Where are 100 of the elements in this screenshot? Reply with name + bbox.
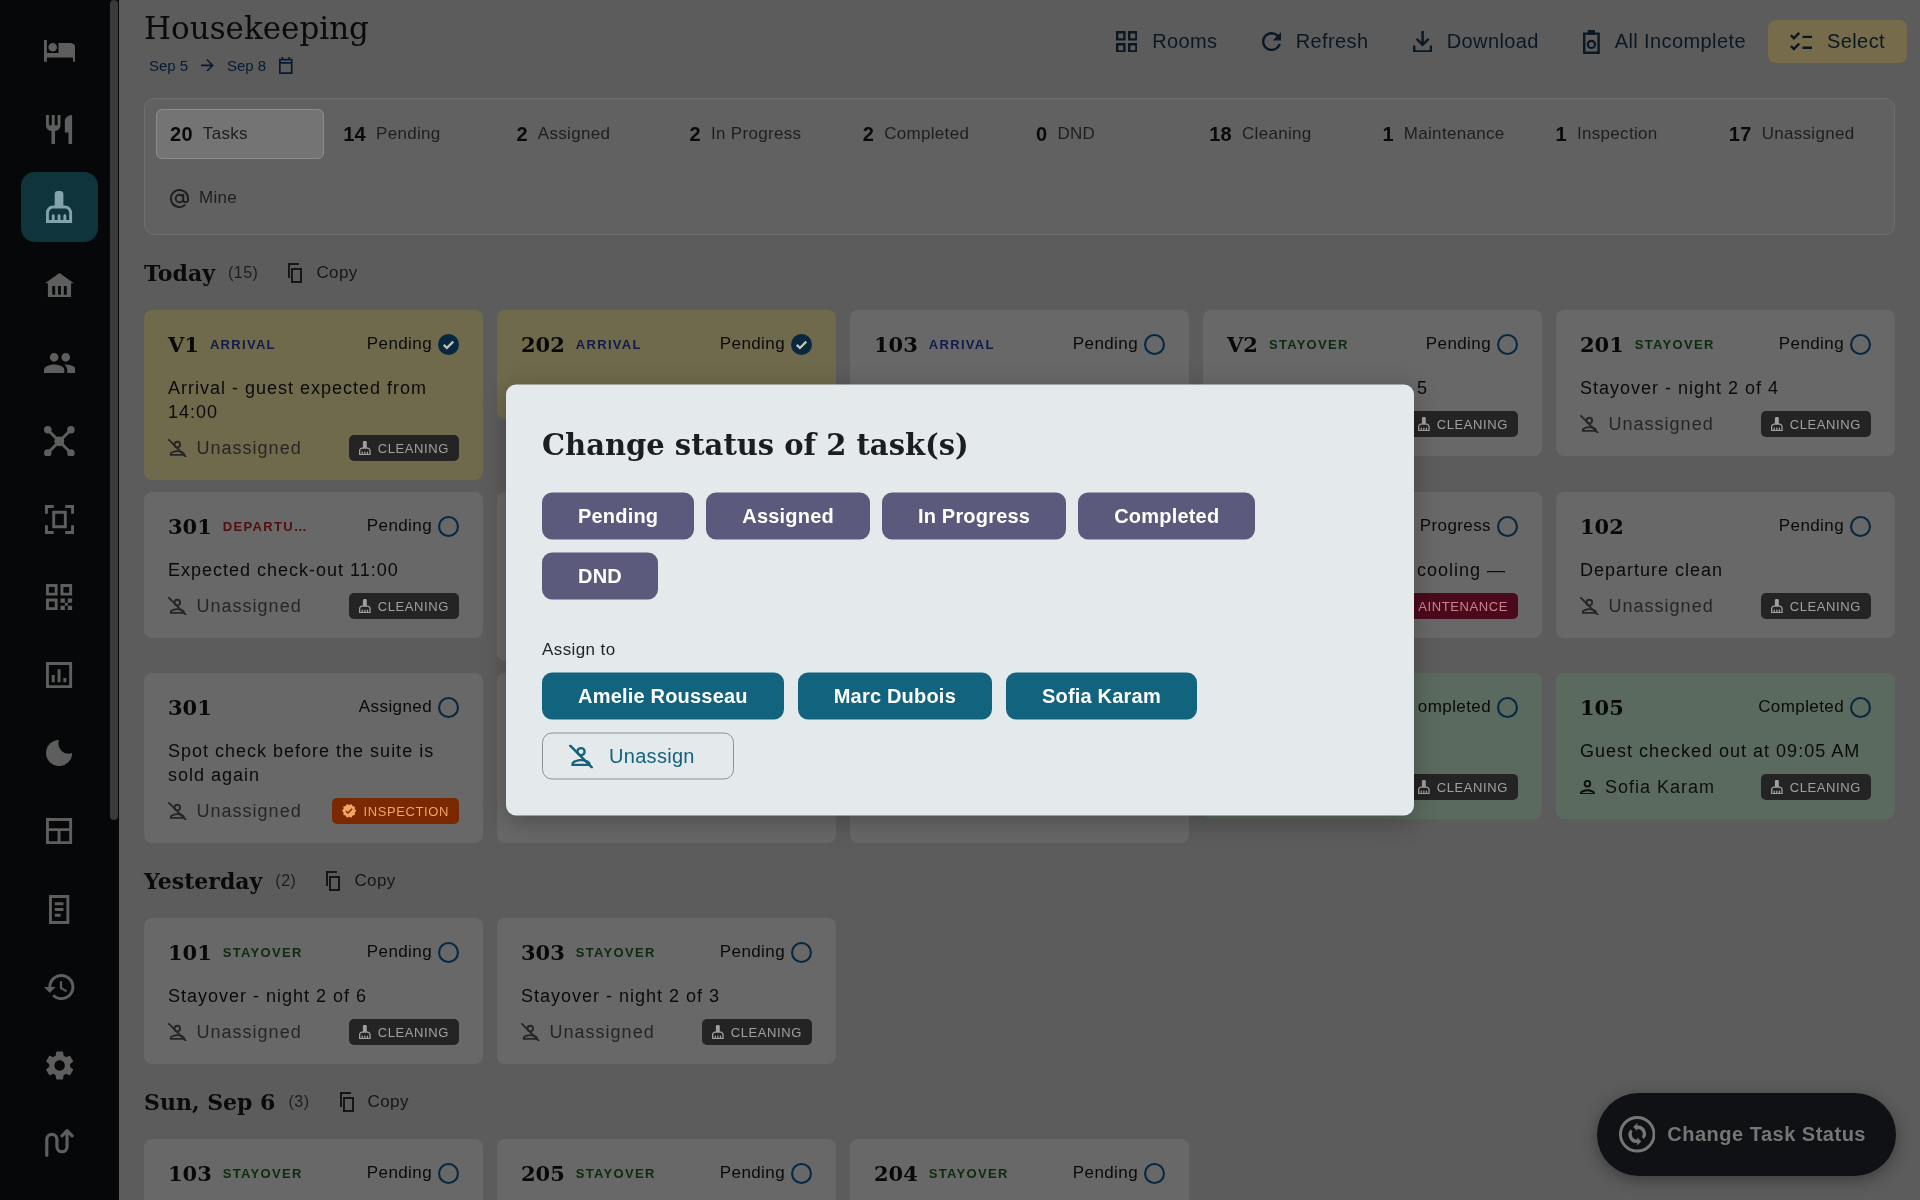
circle-icon[interactable] (438, 515, 459, 537)
status-option-button[interactable]: Completed (1078, 492, 1256, 540)
end-date: Sep 8 (227, 56, 267, 74)
brush-icon (1771, 598, 1783, 614)
task-description: Stayover - night 2 of 6 (168, 985, 369, 1008)
toolbar-button[interactable]: Refresh (1239, 20, 1391, 63)
status-option-button[interactable]: Pending (542, 492, 695, 540)
assignee-button[interactable]: Sofia Karam (1005, 672, 1197, 720)
filter-tab[interactable]: 17 Unassigned (1714, 109, 1883, 159)
status-label: Completed (1758, 697, 1844, 717)
assignee-name: Unassigned (1608, 413, 1714, 435)
circle-icon[interactable] (1497, 515, 1518, 537)
badge-label: CLEANING (730, 1024, 802, 1040)
room-number: 301 (168, 513, 212, 539)
filter-tab[interactable]: 2 In Progress (675, 109, 844, 159)
room-number: 101 (168, 939, 212, 965)
circle-icon[interactable] (1497, 333, 1518, 355)
circle-icon[interactable] (438, 941, 459, 963)
room-tag: STAYOVER (1268, 336, 1349, 352)
copy-button[interactable]: Copy (326, 871, 396, 891)
scrollbar-thumb[interactable] (110, 0, 118, 820)
brush-icon (1418, 779, 1430, 795)
check-circle-icon[interactable] (438, 333, 459, 355)
route-icon (45, 1128, 74, 1158)
circle-icon[interactable] (438, 696, 459, 718)
filter-tab[interactable]: 18 Cleaning (1195, 109, 1364, 159)
assignee-button[interactable]: Amelie Rousseau (542, 672, 784, 720)
check-circle-icon[interactable] (791, 333, 812, 355)
badge-label: AINTENANCE (1418, 598, 1508, 614)
status-option-button[interactable]: DND (542, 552, 658, 600)
filter-tab[interactable]: 1 Inspection (1541, 109, 1710, 159)
circle-icon[interactable] (1144, 1162, 1165, 1184)
task-description: Spot check before the suite is sold again (168, 740, 436, 787)
room-number: V1 (168, 331, 199, 357)
room-number: 301 (168, 694, 212, 720)
filter-tab[interactable]: 0 DND (1022, 109, 1191, 159)
copy-button[interactable]: Copy (288, 263, 358, 283)
assignee-name: Unassigned (549, 1021, 655, 1043)
room-tag: STAYOVER (575, 1165, 656, 1181)
qr-code-icon (46, 583, 73, 611)
settings-icon (45, 1050, 74, 1080)
task-description: Expected check-out 11:00 (168, 559, 400, 582)
refresh-icon (1261, 31, 1281, 52)
bed-icon (43, 40, 76, 62)
change-status-button[interactable]: Change Task Status (1596, 1093, 1896, 1176)
nodes-icon (44, 425, 75, 457)
circle-icon[interactable] (438, 1162, 459, 1184)
filter-tab[interactable]: 2 Assigned (502, 109, 671, 159)
at-sign-icon (170, 188, 189, 208)
task-description: Stayover - night 2 of 3 (521, 985, 722, 1008)
assignee-name: Unassigned (196, 437, 302, 459)
room-tag: DEPARTU… (222, 518, 309, 534)
status-label: Pending (366, 1163, 432, 1183)
status-label: Pending (1072, 1163, 1138, 1183)
status-label: Pending (719, 1163, 785, 1183)
moon-icon (46, 739, 73, 767)
circle-icon[interactable] (1850, 515, 1871, 537)
document-icon (49, 894, 70, 924)
toolbar-button[interactable]: Download (1390, 20, 1561, 63)
circle-icon[interactable] (1850, 333, 1871, 355)
history-icon (44, 973, 75, 1001)
toolbar-button[interactable]: All Incomplete (1560, 20, 1768, 63)
nav-button[interactable] (21, 172, 98, 242)
copy-icon (339, 1092, 354, 1112)
sync-icon (1618, 1116, 1656, 1153)
toolbar-button[interactable]: Rooms (1093, 20, 1240, 63)
house-icon (45, 272, 74, 298)
circle-icon[interactable] (1850, 696, 1871, 718)
assignee-button[interactable]: Marc Dubois (797, 672, 992, 720)
room-tag: STAYOVER (928, 1165, 1009, 1181)
status-label: Pending (366, 942, 432, 962)
filter-tab[interactable]: 1 Maintenance (1368, 109, 1537, 159)
circle-icon[interactable] (791, 1162, 812, 1184)
filter-tab[interactable]: 20 Tasks (156, 109, 325, 159)
task-description: Stayover - night 2 of 4 (1580, 377, 1781, 400)
status-option-button[interactable]: Assigned (706, 492, 870, 540)
checklist-icon (1789, 32, 1812, 51)
clipboard-icon (1582, 29, 1600, 54)
circle-icon[interactable] (791, 941, 812, 963)
task-count: (15) (227, 264, 259, 282)
section-title: Today (144, 260, 215, 286)
toolbar-button[interactable]: Select (1767, 20, 1907, 63)
copy-button[interactable]: Copy (339, 1092, 409, 1112)
brush-icon (359, 440, 371, 456)
filter-tab[interactable]: Mine (156, 173, 325, 223)
task-description: Guest checked out at 09:05 AM (1580, 740, 1862, 763)
room-tag: STAYOVER (1634, 336, 1715, 352)
status-option-button[interactable]: In Progress (881, 492, 1067, 540)
calendar-icon[interactable] (279, 56, 293, 74)
badge-label: CLEANING (1436, 416, 1508, 432)
grid-icon (1115, 30, 1138, 53)
verified-icon (342, 804, 357, 818)
circle-icon[interactable] (1497, 696, 1518, 718)
badge-label: INSPECTION (363, 803, 449, 819)
task-count: (3) (288, 1093, 310, 1111)
assignee-name: Unassigned (1608, 595, 1714, 617)
filter-tab[interactable]: 2 Completed (848, 109, 1017, 159)
filter-tab[interactable]: 14 Pending (329, 109, 498, 159)
status-label: Pending (366, 516, 432, 536)
circle-icon[interactable] (1144, 333, 1165, 355)
